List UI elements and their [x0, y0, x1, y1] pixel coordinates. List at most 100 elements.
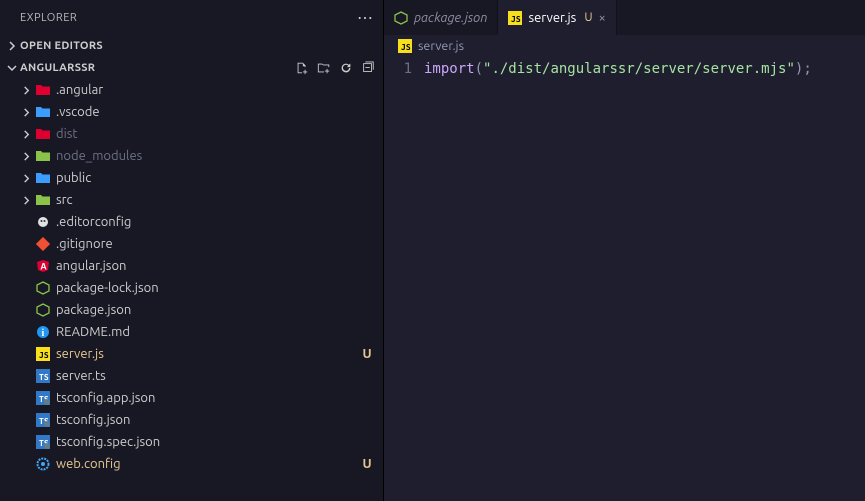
gear-icon — [34, 457, 52, 471]
tree-item-label: .vscode — [56, 105, 359, 119]
tree-file[interactable]: package.json — [0, 299, 383, 321]
tsconfig-icon: TS — [34, 435, 52, 449]
tree-item-label: .editorconfig — [56, 215, 359, 229]
tree-item-label: .angular — [56, 83, 359, 97]
close-icon[interactable]: × — [599, 11, 606, 25]
chevron-right-icon — [18, 108, 34, 117]
tab-label: server.js — [528, 11, 576, 25]
angular-icon: A — [34, 259, 52, 273]
tsconfig-icon: TS — [34, 391, 52, 405]
tab-label: package.json — [414, 11, 487, 25]
editor-area: package.json JS server.js U × JS server.js 1… — [384, 0, 865, 501]
code-content[interactable]: import("./dist/angularssr/server/server.… — [424, 57, 865, 501]
tree-item-label: .gitignore — [56, 237, 359, 251]
tree-item-label: node_modules — [56, 149, 359, 163]
tree-item-label: tsconfig.spec.json — [56, 435, 359, 449]
folder-icon — [34, 171, 52, 185]
tree-folder[interactable]: node_modules — [0, 145, 383, 167]
svg-text:A: A — [40, 262, 47, 272]
tree-file[interactable]: Aangular.json — [0, 255, 383, 277]
tree-item-label: public — [56, 171, 359, 185]
explorer-more-icon[interactable]: ⋯ — [357, 8, 375, 27]
folder-icon — [34, 149, 52, 163]
tree-folder[interactable]: .vscode — [0, 101, 383, 123]
js-icon: JS — [398, 39, 412, 53]
new-file-icon[interactable] — [295, 61, 309, 75]
tree-file[interactable]: .gitignore — [0, 233, 383, 255]
tree-file[interactable]: TS tsconfig.json — [0, 409, 383, 431]
tree-item-label: web.config — [56, 457, 359, 471]
tree-file[interactable]: package-lock.json — [0, 277, 383, 299]
tree-item-label: server.js — [56, 347, 359, 361]
tree-item-label: server.ts — [56, 369, 359, 383]
editor-tab[interactable]: JSserver.jsU× — [498, 0, 616, 35]
tree-item-label: tsconfig.json — [56, 413, 359, 427]
svg-text:i: i — [42, 328, 45, 339]
tree-item-label: README.md — [56, 325, 359, 339]
folder-icon — [34, 127, 52, 141]
chevron-right-icon — [18, 196, 34, 205]
nodejs-icon — [34, 303, 52, 317]
tree-file[interactable]: TS tsconfig.app.json — [0, 387, 383, 409]
new-folder-icon[interactable] — [317, 61, 331, 75]
explorer-header: EXPLORER ⋯ — [0, 0, 383, 35]
svg-text:JS: JS — [39, 351, 49, 360]
tree-item-label: angular.json — [56, 259, 359, 273]
collapse-all-icon[interactable] — [361, 61, 375, 75]
code-token: "./dist/angularssr/server/server.mjs" — [483, 61, 795, 77]
breadcrumb-label: server.js — [418, 39, 464, 53]
git-status-badge: U — [359, 457, 375, 471]
svg-text:TS: TS — [39, 373, 49, 382]
svg-text:JS: JS — [401, 43, 411, 52]
explorer-sidebar: EXPLORER ⋯ OPEN EDITORS ANGULARSSR — [0, 0, 384, 501]
code-line[interactable]: import("./dist/angularssr/server/server.… — [424, 59, 865, 79]
folder-icon — [34, 105, 52, 119]
ts-icon: TS — [34, 369, 52, 383]
tab-bar: package.jsonJSserver.jsU× — [384, 0, 865, 35]
open-editors-label: OPEN EDITORS — [20, 40, 375, 52]
tree-item-label: tsconfig.app.json — [56, 391, 359, 405]
git-status-badge: U — [359, 347, 375, 361]
folder-icon — [34, 83, 52, 97]
tree-item-label: package-lock.json — [56, 281, 359, 295]
nodejs-icon — [394, 11, 408, 25]
chevron-right-icon — [4, 41, 20, 51]
tree-folder[interactable]: public — [0, 167, 383, 189]
code-token: import — [424, 61, 475, 77]
git-icon — [34, 237, 52, 251]
project-section[interactable]: ANGULARSSR — [0, 57, 383, 79]
tree-file[interactable]: .editorconfig — [0, 211, 383, 233]
breadcrumb[interactable]: JS server.js — [384, 35, 865, 57]
editor-tab[interactable]: package.json — [384, 0, 498, 35]
tree-file[interactable]: TS server.ts — [0, 365, 383, 387]
editorconfig-icon — [34, 215, 52, 229]
chevron-right-icon — [18, 152, 34, 161]
code-editor[interactable]: 1 import("./dist/angularssr/server/serve… — [384, 57, 865, 501]
tree-file[interactable]: JS server.jsU — [0, 343, 383, 365]
tree-file[interactable]: i README.md — [0, 321, 383, 343]
project-label: ANGULARSSR — [20, 62, 295, 74]
tsconfig-icon: TS — [34, 413, 52, 427]
refresh-icon[interactable] — [339, 61, 353, 75]
code-token: ; — [803, 61, 811, 77]
explorer-title: EXPLORER — [20, 12, 77, 24]
info-icon: i — [34, 325, 52, 339]
tree-folder[interactable]: src — [0, 189, 383, 211]
nodejs-icon — [34, 281, 52, 295]
chevron-right-icon — [18, 174, 34, 183]
tree-file[interactable]: web.configU — [0, 453, 383, 475]
project-toolbar — [295, 61, 375, 75]
open-editors-section[interactable]: OPEN EDITORS — [0, 35, 383, 57]
js-icon: JS — [34, 347, 52, 361]
tree-folder[interactable]: .angular — [0, 79, 383, 101]
chevron-down-icon — [4, 63, 20, 73]
tree-file[interactable]: TS tsconfig.spec.json — [0, 431, 383, 453]
tree-item-label: package.json — [56, 303, 359, 317]
file-tree: .angular .vscode dist node_modulespublic src… — [0, 79, 383, 475]
folder-icon — [34, 193, 52, 207]
tree-folder[interactable]: dist — [0, 123, 383, 145]
chevron-right-icon — [18, 86, 34, 95]
chevron-right-icon — [18, 130, 34, 139]
code-token: ( — [475, 61, 483, 77]
tab-status-badge: U — [584, 11, 592, 24]
